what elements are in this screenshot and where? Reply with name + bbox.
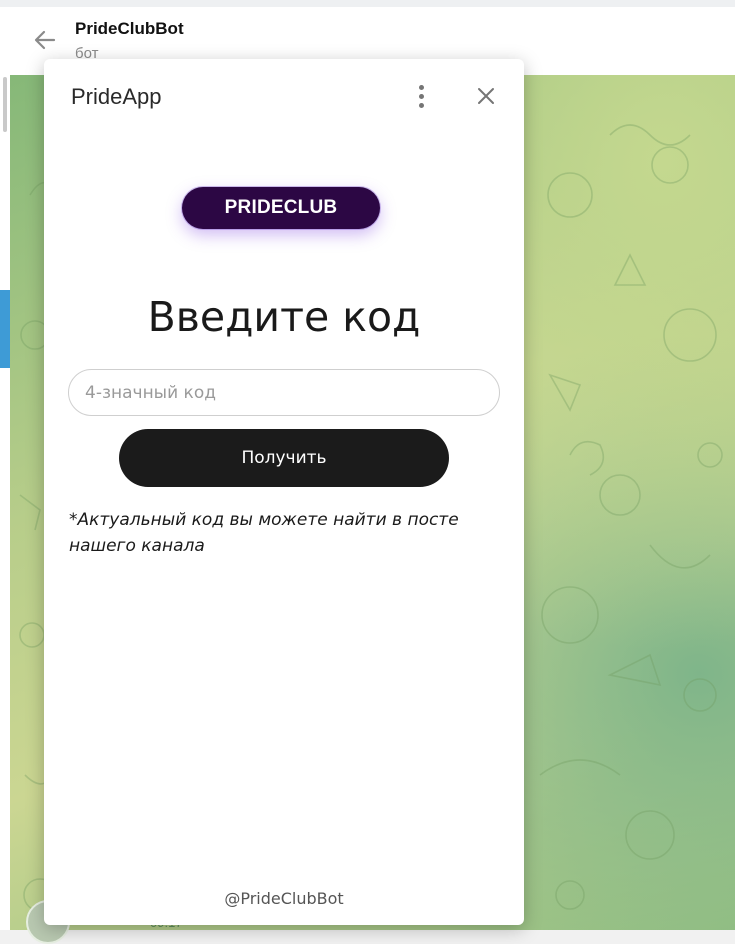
- prideclub-logo: PRIDECLUB: [182, 187, 380, 229]
- bot-username[interactable]: @PrideClubBot: [44, 889, 524, 908]
- close-icon[interactable]: [474, 84, 498, 108]
- submit-button[interactable]: Получить: [119, 429, 449, 487]
- chat-list-scrollbar[interactable]: [3, 77, 7, 132]
- chat-title[interactable]: PrideClubBot: [75, 19, 184, 39]
- back-arrow-icon[interactable]: [32, 27, 58, 53]
- more-vertical-icon[interactable]: [410, 83, 432, 111]
- page-title: Введите код: [147, 293, 421, 341]
- mini-app-window: PrideApp PRIDECLUB Введите код Получить …: [44, 59, 524, 925]
- chat-list-pane-edge: [0, 7, 10, 930]
- selected-chat-highlight[interactable]: [0, 290, 10, 368]
- code-hint-note: *Актуальный код вы можете найти в посте …: [69, 510, 459, 556]
- code-input[interactable]: [68, 369, 500, 416]
- mini-app-title: PrideApp: [71, 84, 162, 109]
- window-top-strip: [0, 0, 735, 7]
